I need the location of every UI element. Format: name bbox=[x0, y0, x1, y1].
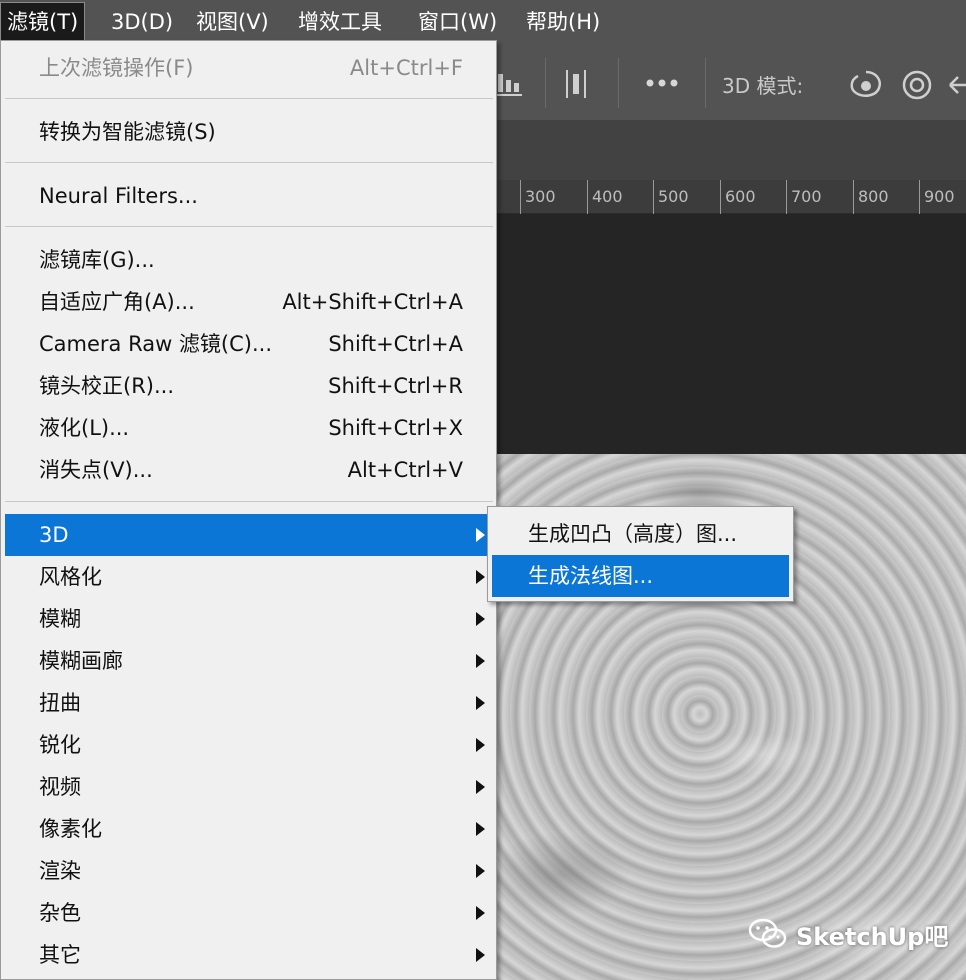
menu-item-blur-gallery[interactable]: 模糊画廊 bbox=[5, 640, 493, 682]
menu-item-shortcut: Alt+Ctrl+V bbox=[347, 458, 463, 482]
menu-item-label: 锐化 bbox=[39, 733, 81, 757]
3d-mode-label: 3D 模式: bbox=[722, 74, 804, 98]
menu-separator bbox=[5, 162, 493, 163]
more-icon[interactable] bbox=[645, 78, 679, 88]
menu-item-distort[interactable]: 扭曲 bbox=[5, 682, 493, 724]
menu-item-last-filter[interactable]: 上次滤镜操作(F) Alt+Ctrl+F bbox=[5, 47, 493, 89]
menu-item-shortcut: Alt+Ctrl+F bbox=[349, 56, 463, 80]
menu-item-label: 视频 bbox=[39, 775, 81, 799]
menu-item-label: 模糊 bbox=[39, 607, 81, 631]
menu-item-label: Neural Filters... bbox=[39, 184, 198, 208]
toolbar-separator bbox=[705, 58, 706, 108]
menu-item-shortcut: Shift+Ctrl+X bbox=[328, 416, 463, 440]
menu-item-label: 镜头校正(R)... bbox=[39, 374, 175, 398]
menu-3d[interactable]: 3D(D) bbox=[111, 0, 173, 44]
menu-item-label: 模糊画廊 bbox=[39, 649, 123, 673]
toolbar-separator bbox=[618, 58, 619, 108]
submenu-arrow-icon bbox=[476, 696, 485, 710]
menu-item-filter-gallery[interactable]: 滤镜库(G)... bbox=[5, 239, 493, 281]
menu-item-neural-filters[interactable]: Neural Filters... bbox=[5, 175, 493, 217]
orbit-3d-icon[interactable] bbox=[846, 68, 886, 102]
submenu-arrow-icon bbox=[476, 948, 485, 962]
menu-item-label: 渲染 bbox=[39, 859, 81, 883]
submenu-arrow-icon bbox=[476, 738, 485, 752]
3d-submenu: 生成凹凸（高度）图... 生成法线图... bbox=[487, 506, 794, 602]
menu-item-shortcut: Shift+Ctrl+R bbox=[328, 374, 463, 398]
submenu-item-generate-normal-map[interactable]: 生成法线图... bbox=[492, 555, 789, 597]
menu-item-3d[interactable]: 3D bbox=[5, 514, 493, 556]
ruler-tick: 500 bbox=[653, 180, 689, 214]
menu-item-label: 生成凹凸（高度）图... bbox=[528, 522, 738, 546]
submenu-arrow-icon bbox=[476, 822, 485, 836]
menu-item-pixelate[interactable]: 像素化 bbox=[5, 808, 493, 850]
wechat-icon bbox=[748, 918, 787, 948]
menu-item-label: 转换为智能滤镜(S) bbox=[39, 120, 216, 144]
menu-view[interactable]: 视图(V) bbox=[196, 0, 269, 44]
ruler-tick: 700 bbox=[786, 180, 822, 214]
menu-item-label: 像素化 bbox=[39, 817, 102, 841]
menu-plugins[interactable]: 增效工具 bbox=[298, 0, 382, 44]
toolbar-separator bbox=[545, 58, 546, 108]
filter-menu-dropdown: 上次滤镜操作(F) Alt+Ctrl+F 转换为智能滤镜(S) Neural F… bbox=[0, 40, 497, 980]
ruler-tick: 400 bbox=[587, 180, 623, 214]
menu-separator bbox=[5, 226, 493, 227]
menu-item-convert-smart-filters[interactable]: 转换为智能滤镜(S) bbox=[5, 111, 493, 153]
menu-separator bbox=[5, 501, 493, 502]
submenu-arrow-icon bbox=[476, 906, 485, 920]
menu-item-label: 液化(L)... bbox=[39, 416, 130, 440]
menu-item-label: 其它 bbox=[39, 943, 81, 967]
menu-item-blur[interactable]: 模糊 bbox=[5, 598, 493, 640]
menu-item-label: 杂色 bbox=[39, 901, 81, 925]
menu-item-shortcut: Alt+Shift+Ctrl+A bbox=[282, 290, 463, 314]
menu-help[interactable]: 帮助(H) bbox=[526, 0, 600, 44]
submenu-arrow-icon bbox=[476, 780, 485, 794]
menu-item-video[interactable]: 视频 bbox=[5, 766, 493, 808]
submenu-arrow-icon bbox=[476, 864, 485, 878]
menu-item-noise[interactable]: 杂色 bbox=[5, 892, 493, 934]
menu-separator bbox=[5, 98, 493, 99]
menu-item-adaptive-wide-angle[interactable]: 自适应广角(A)... Alt+Shift+Ctrl+A bbox=[5, 281, 493, 323]
distribute-icon[interactable] bbox=[564, 68, 588, 100]
menu-item-lens-correction[interactable]: 镜头校正(R)... Shift+Ctrl+R bbox=[5, 365, 493, 407]
watermark: SketchUp吧 bbox=[748, 914, 948, 954]
align-bottom-icon[interactable] bbox=[496, 70, 522, 98]
menu-item-label: 扭曲 bbox=[39, 691, 81, 715]
submenu-arrow-icon bbox=[476, 654, 485, 668]
menu-item-camera-raw[interactable]: Camera Raw 滤镜(C)... Shift+Ctrl+A bbox=[5, 323, 493, 365]
menu-item-label: 生成法线图... bbox=[528, 564, 654, 588]
menu-item-sharpen[interactable]: 锐化 bbox=[5, 724, 493, 766]
menu-item-shortcut: Shift+Ctrl+A bbox=[328, 332, 463, 356]
rotate-3d-icon[interactable] bbox=[900, 68, 934, 102]
submenu-arrow-icon bbox=[476, 570, 485, 584]
menu-item-liquify[interactable]: 液化(L)... Shift+Ctrl+X bbox=[5, 407, 493, 449]
menu-item-label: 滤镜库(G)... bbox=[39, 248, 155, 272]
menu-item-label: 自适应广角(A)... bbox=[39, 290, 195, 314]
menu-item-vanishing-point[interactable]: 消失点(V)... Alt+Ctrl+V bbox=[5, 449, 493, 491]
watermark-text: SketchUp吧 bbox=[796, 922, 949, 951]
menu-item-label: 风格化 bbox=[39, 565, 102, 589]
drag-3d-icon[interactable] bbox=[948, 72, 966, 98]
menu-item-other[interactable]: 其它 bbox=[5, 934, 493, 976]
menu-item-label: 上次滤镜操作(F) bbox=[39, 56, 194, 80]
menu-item-label: 3D bbox=[39, 523, 69, 547]
menu-item-label: Camera Raw 滤镜(C)... bbox=[39, 332, 273, 356]
menu-filter[interactable]: 滤镜(T) bbox=[0, 2, 86, 42]
ruler-tick: 800 bbox=[853, 180, 889, 214]
submenu-arrow-icon bbox=[476, 612, 485, 626]
menu-item-label: 消失点(V)... bbox=[39, 458, 153, 482]
submenu-arrow-icon bbox=[476, 528, 485, 542]
ruler-tick: 900 bbox=[919, 180, 955, 214]
ruler-tick: 600 bbox=[720, 180, 756, 214]
menu-item-stylize[interactable]: 风格化 bbox=[5, 556, 493, 598]
menu-window[interactable]: 窗口(W) bbox=[418, 0, 497, 44]
menu-item-render[interactable]: 渲染 bbox=[5, 850, 493, 892]
ruler-tick: 300 bbox=[520, 180, 556, 214]
submenu-item-generate-bump-map[interactable]: 生成凹凸（高度）图... bbox=[492, 513, 789, 555]
